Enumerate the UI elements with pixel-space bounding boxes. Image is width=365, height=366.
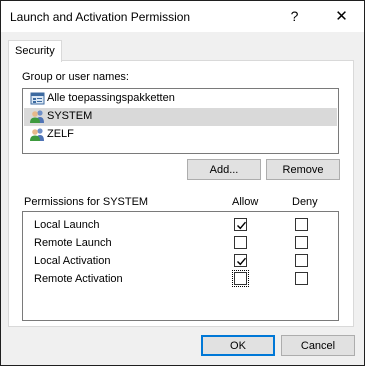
permissions-header: Permissions for SYSTEM — [24, 196, 149, 208]
window-title: Launch and Activation Permission — [10, 10, 191, 24]
checkmark-icon — [237, 221, 247, 230]
group-label: Group or user names: — [22, 71, 129, 83]
allow-checkbox-remote-activation[interactable] — [232, 270, 249, 287]
perm-row-remote-launch: Remote Launch — [23, 234, 338, 252]
remove-button[interactable]: Remove — [266, 159, 340, 180]
list-item-system[interactable]: SYSTEM — [24, 108, 337, 126]
user-name: Alle toepassingspakketten — [47, 92, 175, 104]
perm-label: Remote Activation — [34, 273, 123, 285]
perm-label: Local Activation — [34, 255, 111, 267]
add-button[interactable]: Add... — [187, 159, 261, 180]
perm-label: Local Launch — [34, 219, 100, 231]
close-button[interactable]: ✕ — [319, 1, 364, 32]
app-packages-icon — [30, 92, 45, 105]
allow-column-header: Allow — [232, 196, 259, 208]
users-icon — [30, 110, 44, 123]
checkmark-icon — [237, 257, 247, 266]
tab-security[interactable]: Security — [8, 40, 62, 62]
permission-dialog: Launch and Activation Permission ? ✕ Sec… — [0, 0, 365, 366]
deny-checkbox-remote-activation[interactable] — [295, 272, 308, 285]
perm-row-remote-activation: Remote Activation — [23, 270, 338, 288]
allow-checkbox-local-activation[interactable] — [234, 254, 247, 267]
allow-checkbox-remote-launch[interactable] — [234, 236, 247, 249]
tab-security-label: Security — [15, 45, 55, 57]
user-name: SYSTEM — [47, 110, 93, 122]
cancel-button[interactable]: Cancel — [281, 335, 355, 356]
users-icon — [30, 128, 44, 141]
user-list[interactable]: Alle toepassingspakketten SYSTEM ZELF — [22, 88, 339, 154]
perm-row-local-launch: Local Launch — [23, 216, 338, 234]
perm-row-local-activation: Local Activation — [23, 252, 338, 270]
help-button[interactable]: ? — [272, 1, 317, 32]
allow-checkbox-local-launch[interactable] — [234, 218, 247, 231]
deny-column-header: Deny — [292, 196, 318, 208]
title-bar: Launch and Activation Permission ? ✕ — [1, 1, 364, 32]
permissions-table: Local Launch Remote Launch Local Activat… — [22, 211, 339, 321]
deny-checkbox-local-launch[interactable] — [295, 218, 308, 231]
list-item-zelf[interactable]: ZELF — [24, 126, 337, 144]
list-item-all-app-packages[interactable]: Alle toepassingspakketten — [24, 90, 337, 108]
deny-checkbox-local-activation[interactable] — [295, 254, 308, 267]
perm-label: Remote Launch — [34, 237, 112, 249]
user-name: ZELF — [47, 128, 74, 140]
security-panel: Group or user names: Alle toepassingspak… — [8, 60, 354, 327]
deny-checkbox-remote-launch[interactable] — [295, 236, 308, 249]
ok-button[interactable]: OK — [201, 335, 275, 356]
